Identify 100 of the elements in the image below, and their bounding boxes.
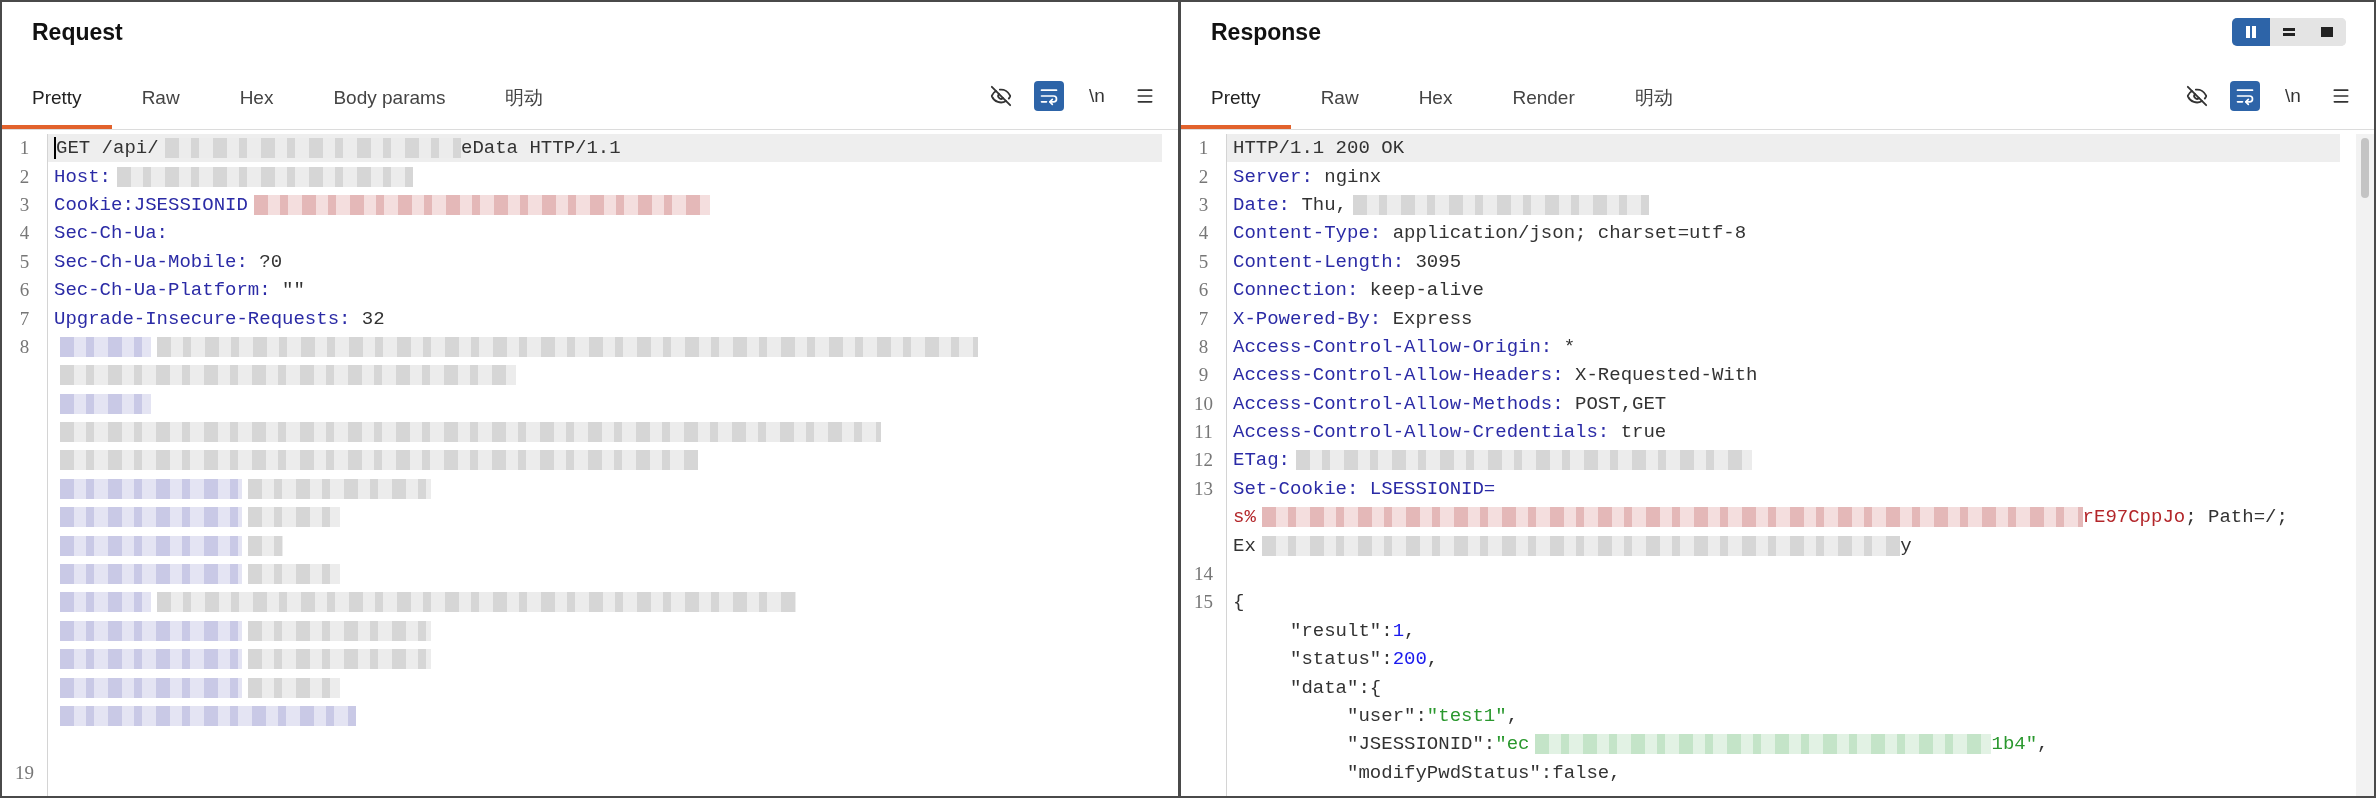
header-name: Set-Cookie: <box>1233 477 1359 500</box>
code-text: "data":{ <box>1289 676 1382 699</box>
view-tab[interactable]: Raw <box>111 62 210 129</box>
newline-button[interactable]: \n <box>1082 80 1112 111</box>
code-text: y <box>1900 534 1912 557</box>
blurred-block <box>248 535 283 556</box>
code-text: X-Requested-With <box>1574 364 1758 387</box>
line-number: 7 <box>19 307 30 330</box>
json-number: 1 <box>1392 619 1405 642</box>
line-number: 2 <box>19 165 30 188</box>
header-name: Host: <box>54 165 111 188</box>
code-text: "modifyPwdStatus":false, <box>1346 761 1621 784</box>
header-name: LSESSIONID= <box>1368 477 1496 500</box>
json-string: "test1" <box>1426 705 1507 727</box>
json-string: 1b4" <box>1991 733 2038 756</box>
code-text: GET /api/ <box>56 137 159 160</box>
header-name: Content-Type: <box>1233 222 1382 245</box>
layout-toggle[interactable] <box>2232 18 2270 46</box>
line-number: 13 <box>1194 477 1213 500</box>
header-name: Content-Length: <box>1233 250 1405 273</box>
word-wrap-button[interactable] <box>1034 80 1064 111</box>
scrollbar[interactable] <box>2356 134 2374 796</box>
eye-off-icon <box>2186 84 2208 107</box>
header-name: Upgrade-Insecure-Requests: <box>54 307 351 330</box>
code-text: 32 <box>360 307 385 330</box>
word-wrap-button[interactable] <box>2230 80 2260 111</box>
code-text: application/json; charset=utf-8 <box>1391 222 1747 245</box>
line-number: 6 <box>1198 279 1209 302</box>
code-text: "result": <box>1289 619 1393 642</box>
line-number: 12 <box>1194 449 1213 472</box>
line-number: 8 <box>19 335 30 358</box>
code-text: Ex <box>1233 534 1256 557</box>
rows-icon <box>2282 25 2296 39</box>
columns-icon <box>2244 25 2258 39</box>
line-number: 11 <box>1194 421 1213 444</box>
header-name: Access-Control-Allow-Origin: <box>1233 335 1553 358</box>
eye-off-icon <box>990 84 1012 107</box>
view-tab[interactable]: 明动 <box>475 62 574 129</box>
line-number: 3 <box>1198 193 1209 216</box>
line-number: 6 <box>19 279 30 302</box>
code-text: nginx <box>1323 165 1382 188</box>
view-tab[interactable]: Pretty <box>2 62 112 129</box>
line-number: 2 <box>1198 165 1209 188</box>
view-tab[interactable]: Body params <box>303 62 476 129</box>
code-text: , <box>1426 648 1439 671</box>
line-number: 10 <box>1194 392 1213 415</box>
header-name: X-Powered-By: <box>1233 307 1382 330</box>
cookie-value: rE97CppJo <box>2082 506 2186 529</box>
header-name: Access-Control-Allow-Credentials: <box>1233 421 1610 444</box>
line-number: 8 <box>1198 335 1209 358</box>
code-text: , <box>2037 733 2049 756</box>
view-tab[interactable]: Raw <box>1290 62 1389 129</box>
code-text: keep-alive <box>1368 279 1484 302</box>
line-number: 19 <box>15 761 34 784</box>
code-text: "status": <box>1289 648 1393 671</box>
line-number: 15 <box>1194 591 1213 614</box>
header-name: Access-Control-Allow-Methods: <box>1233 392 1564 415</box>
view-tab[interactable]: 明动 <box>1604 62 1703 129</box>
line-number: 7 <box>1198 307 1209 330</box>
code-text: "JSESSIONID": <box>1346 733 1496 756</box>
line-number: 1 <box>1198 137 1209 160</box>
scrollbar-thumb[interactable] <box>2361 138 2369 198</box>
panel-title: Request <box>32 18 123 46</box>
header-name: Access-Control-Allow-Headers: <box>1233 364 1564 387</box>
code-text: * <box>1562 335 1576 358</box>
view-tab[interactable]: Hex <box>1388 62 1483 129</box>
line-number: 14 <box>1194 563 1213 586</box>
header-name: Sec-Ch-Ua: <box>54 222 169 245</box>
line-number: 9 <box>1198 364 1209 387</box>
code-text: HTTP/1.1 200 OK <box>1233 137 1405 160</box>
code-text: ; Path=/; <box>2185 506 2288 529</box>
cookie-value: s% <box>1233 506 1256 529</box>
header-name: Cookie:JSESSIONID <box>54 193 248 216</box>
header-name: Date: <box>1233 193 1290 216</box>
line-number: 3 <box>19 193 30 216</box>
view-tab[interactable]: Render <box>1482 62 1605 129</box>
header-name: Server: <box>1233 165 1313 188</box>
code-text: 3095 <box>1414 250 1462 273</box>
header-name: Sec-Ch-Ua-Platform: <box>54 279 271 302</box>
code-text: true <box>1619 421 1667 444</box>
code-text: eData HTTP/1.1 <box>461 137 621 160</box>
header-name: ETag: <box>1233 449 1290 472</box>
line-number: 1 <box>19 137 30 160</box>
code-text: "" <box>281 279 305 302</box>
code-text: Express <box>1391 307 1473 330</box>
json-number: 200 <box>1392 648 1427 671</box>
header-name: Connection: <box>1233 279 1359 302</box>
code-text: ?0 <box>258 250 283 273</box>
json-string: "ec <box>1495 733 1530 756</box>
line-number: 4 <box>1198 222 1209 245</box>
code-text: POST,GET <box>1574 392 1667 415</box>
code-text: Thu, <box>1300 193 1348 216</box>
newline-button[interactable]: \n <box>2278 80 2308 111</box>
code-text: , <box>1506 705 1519 727</box>
square-icon <box>2320 25 2334 39</box>
view-tab[interactable]: Hex <box>209 62 304 129</box>
panel-title: Response <box>1211 18 1321 46</box>
line-number: 4 <box>19 222 30 245</box>
code-text: , <box>1404 619 1416 642</box>
view-tab[interactable]: Pretty <box>1181 62 1291 129</box>
